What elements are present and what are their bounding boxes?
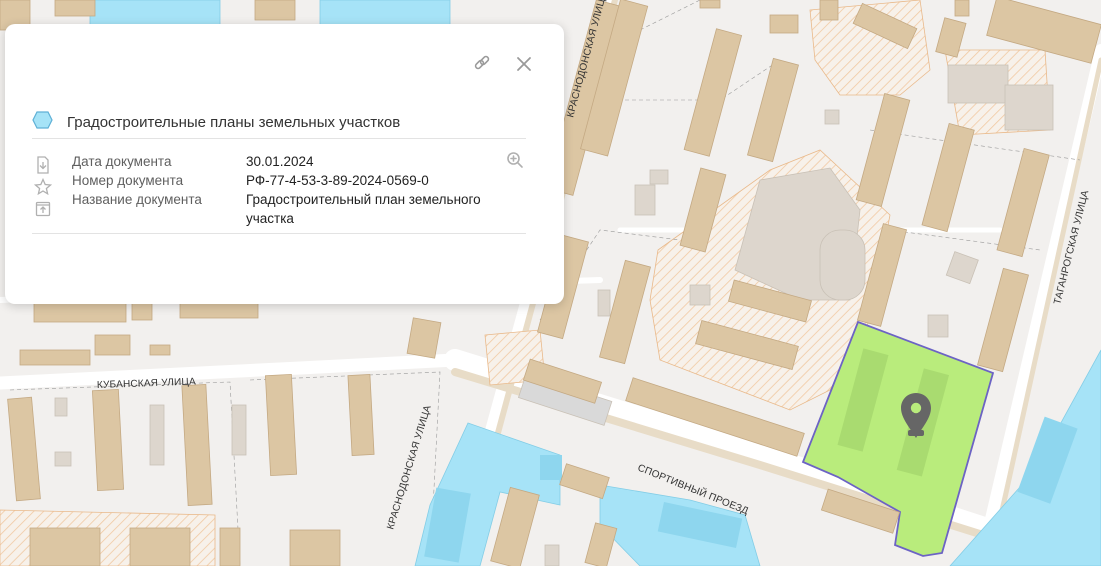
link-icon[interactable]: [472, 54, 492, 74]
field-value: РФ-77-4-53-3-89-2024-0569-0: [246, 173, 429, 188]
download-icon[interactable]: [34, 155, 52, 175]
open-external-icon[interactable]: [34, 199, 52, 219]
field-value: Градостроительный план земельного участк…: [246, 192, 481, 226]
card-title: Градостроительные планы земельных участк…: [67, 114, 401, 131]
field-row-name: Название документа Градостроительный пла…: [72, 190, 502, 228]
zoom-in-icon[interactable]: [505, 150, 525, 170]
divider: [32, 233, 526, 234]
field-label: Дата документа: [72, 154, 172, 169]
divider: [32, 138, 526, 139]
field-value: 30.01.2024: [246, 154, 314, 169]
star-icon[interactable]: [34, 177, 52, 197]
card-side-actions: [34, 155, 52, 219]
document-fields: Дата документа 30.01.2024 Номер документ…: [72, 152, 502, 228]
field-row-number: Номер документа РФ-77-4-53-3-89-2024-056…: [72, 171, 502, 190]
info-card: Градостроительные планы земельных участк…: [5, 24, 564, 304]
field-label: Название документа: [72, 192, 202, 207]
field-row-date: Дата документа 30.01.2024: [72, 152, 502, 171]
field-label: Номер документа: [72, 173, 184, 188]
parcel-pentagon-icon: [32, 110, 53, 135]
close-icon[interactable]: [514, 54, 534, 74]
